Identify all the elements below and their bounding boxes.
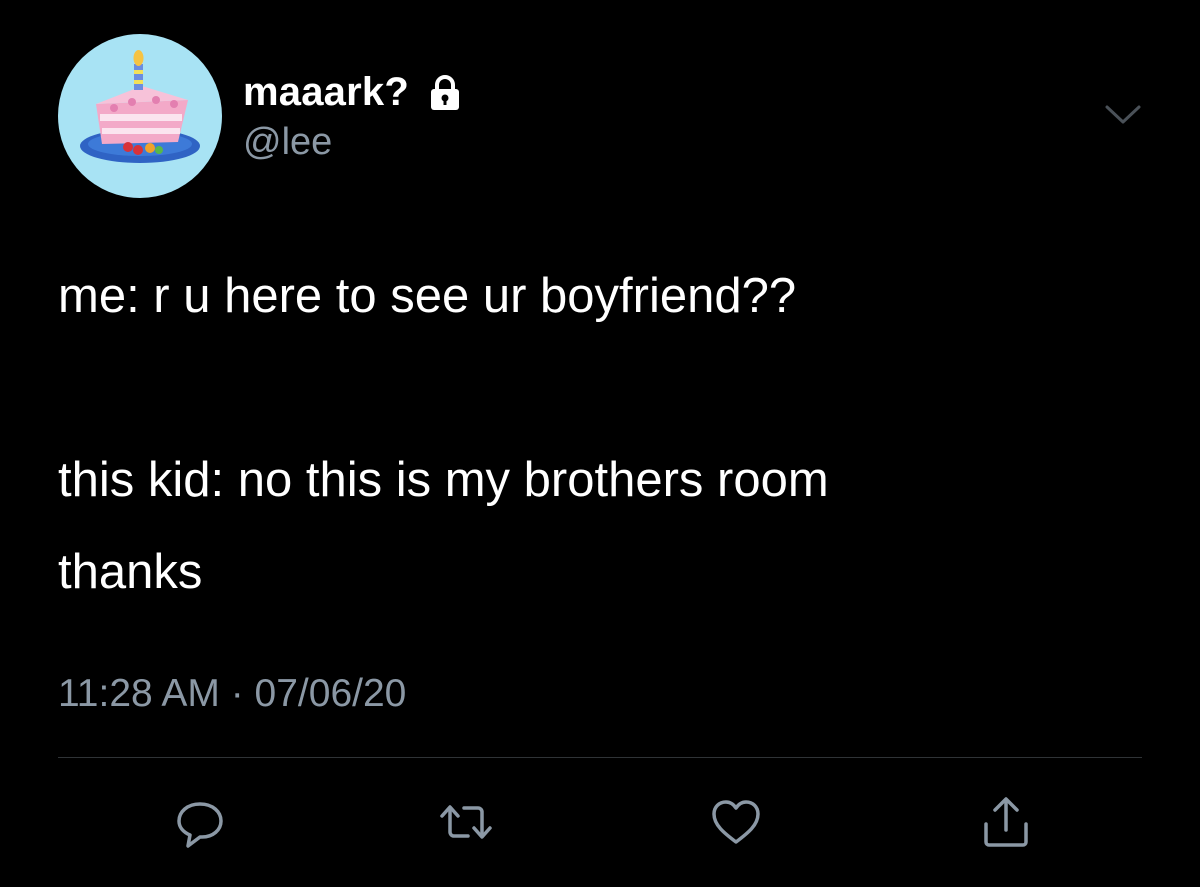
- avatar[interactable]: [58, 34, 222, 198]
- chevron-down-icon[interactable]: [1103, 100, 1143, 130]
- divider: [58, 757, 1142, 758]
- tweet-text-line: [58, 342, 1158, 434]
- tweet-text-line: this kid: no this is my brothers room: [58, 453, 829, 507]
- share-icon: [984, 797, 1028, 847]
- tweet-text-line: me: r u here to see ur boyfriend??: [58, 269, 797, 323]
- heart-icon: [712, 800, 760, 844]
- birthday-cake-icon: [80, 50, 200, 163]
- lock-icon: [425, 72, 465, 112]
- like-button[interactable]: [706, 792, 766, 852]
- share-button[interactable]: [976, 792, 1036, 852]
- tweet-text: me: r u here to see ur boyfriend?? this …: [58, 250, 1158, 618]
- display-name[interactable]: maaark?: [243, 70, 409, 115]
- retweet-button[interactable]: [436, 792, 496, 852]
- tweet-text-line: thanks: [58, 545, 203, 599]
- tweet-card: maaark? @lee me: r u here to see ur boyf…: [0, 0, 1200, 887]
- user-handle[interactable]: @lee: [243, 121, 332, 164]
- retweet-icon: [440, 805, 492, 839]
- reply-icon: [177, 802, 223, 848]
- display-name-row: maaark?: [243, 66, 465, 118]
- tweet-timestamp[interactable]: 11:28 AM · 07/06/20: [58, 672, 406, 716]
- reply-button[interactable]: [170, 792, 230, 852]
